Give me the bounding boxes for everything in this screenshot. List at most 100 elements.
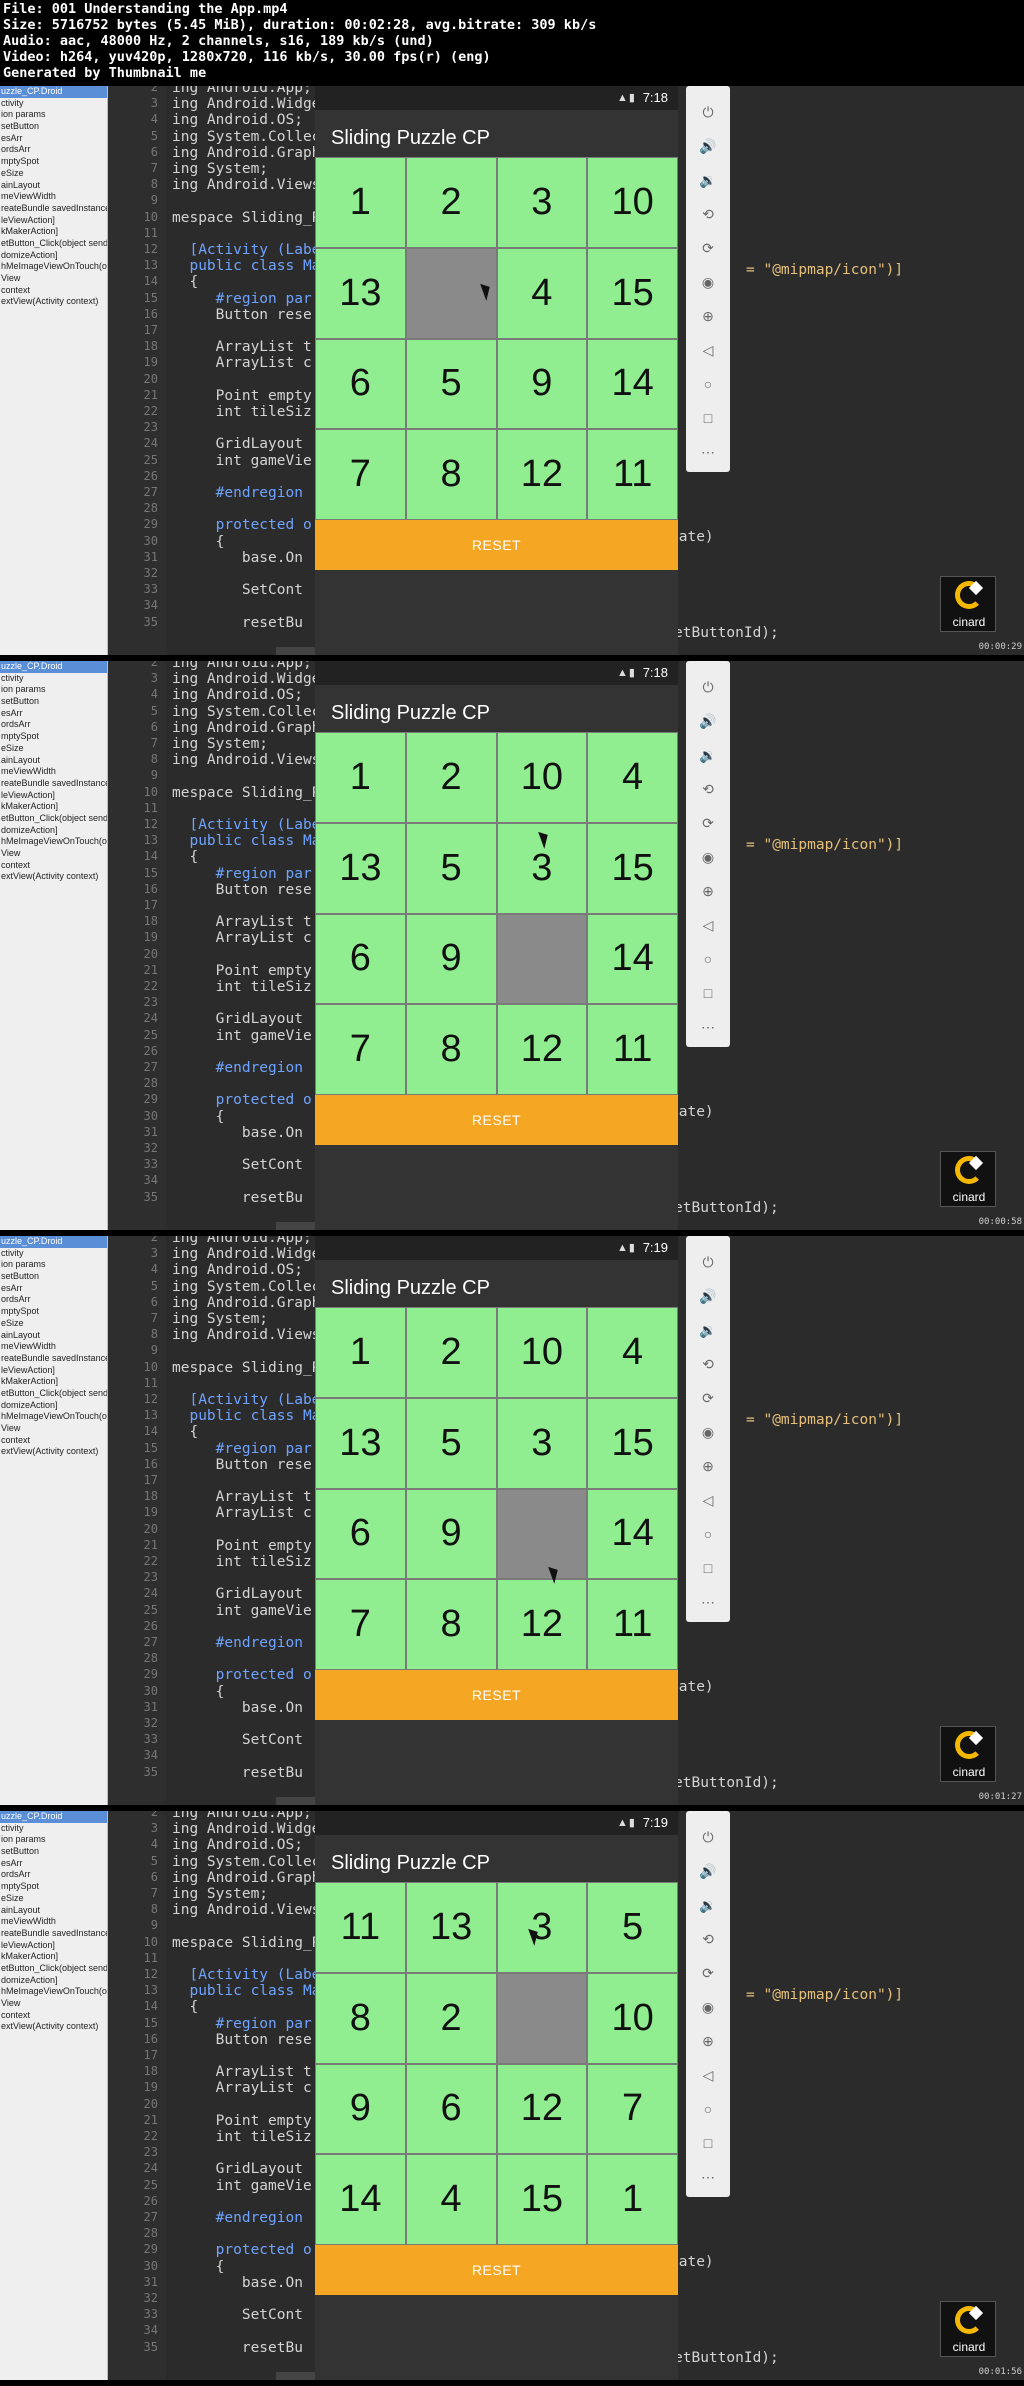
rotate-left-icon[interactable]: ⟲ — [686, 1356, 730, 1372]
sidebar-member-item[interactable]: leViewAction] — [0, 1940, 107, 1952]
sidebar-member-item[interactable]: ion params — [0, 1834, 107, 1846]
rotate-right-icon[interactable]: ⟳ — [686, 1965, 730, 1981]
sidebar-member-item[interactable]: uzzle_CP.Droid — [0, 661, 107, 673]
sidebar-member-item[interactable]: reateBundle savedInstance — [0, 203, 107, 215]
puzzle-tile[interactable]: 10 — [496, 732, 588, 823]
rotate-right-icon[interactable]: ⟳ — [686, 815, 730, 831]
sidebar-member-item[interactable]: View — [0, 1423, 107, 1435]
sidebar-member-item[interactable]: reateBundle savedInstance — [0, 1353, 107, 1365]
puzzle-tile[interactable]: 1 — [315, 1307, 406, 1398]
sidebar-member-item[interactable]: domizeAction] — [0, 250, 107, 262]
reset-button[interactable]: RESET — [315, 2245, 678, 2295]
home-icon[interactable]: ○ — [686, 1526, 730, 1542]
sidebar-member-item[interactable]: meViewWidth — [0, 191, 107, 203]
home-icon[interactable]: ○ — [686, 376, 730, 392]
puzzle-tile[interactable]: 3 — [496, 1882, 588, 1973]
puzzle-tile[interactable]: 5 — [405, 822, 497, 914]
volume-down-icon[interactable]: 🔉 — [686, 1897, 730, 1913]
sidebar-member-item[interactable]: mptySpot — [0, 156, 107, 168]
sidebar-member-item[interactable]: reateBundle savedInstance — [0, 1928, 107, 1940]
puzzle-tile[interactable]: 7 — [315, 429, 406, 520]
volume-down-icon[interactable]: 🔉 — [686, 172, 730, 188]
camera-icon[interactable]: ◉ — [686, 1424, 730, 1440]
sidebar-member-item[interactable]: uzzle_CP.Droid — [0, 86, 107, 98]
back-icon[interactable]: ◁ — [686, 1492, 730, 1508]
power-icon[interactable]: ⏻ — [686, 1829, 730, 1845]
sidebar-member-item[interactable]: etButton_Click(object sender — [0, 1388, 107, 1400]
sidebar-member-item[interactable]: ordsArr — [0, 719, 107, 731]
more-icon[interactable]: ⋯ — [686, 2169, 730, 2185]
sidebar-member-item[interactable]: setButton — [0, 121, 107, 133]
volume-up-icon[interactable]: 🔊 — [686, 713, 730, 729]
sidebar-member-item[interactable]: ion params — [0, 109, 107, 121]
overview-icon[interactable]: □ — [686, 410, 730, 426]
back-icon[interactable]: ◁ — [686, 2067, 730, 2083]
sidebar-member-item[interactable]: leViewAction] — [0, 790, 107, 802]
sidebar-member-item[interactable]: hMeImageViewOnTouch(ob — [0, 836, 107, 848]
puzzle-tile[interactable]: 2 — [405, 732, 497, 823]
sidebar-member-item[interactable]: ainLayout — [0, 180, 107, 192]
sidebar-member-item[interactable]: reateBundle savedInstance — [0, 778, 107, 790]
android-emulator-screen[interactable]: ▲▮ 7:19 Sliding Puzzle CP 11 13 3 5 8 2 10 9 6 12 7 14… — [315, 1811, 678, 2380]
puzzle-tile[interactable]: 10 — [587, 1972, 678, 2064]
sidebar-member-item[interactable]: extView(Activity context) — [0, 2021, 107, 2033]
puzzle-tile[interactable]: 6 — [315, 913, 406, 1005]
zoom-icon[interactable]: ⊕ — [686, 308, 730, 324]
sidebar-member-item[interactable]: context — [0, 1435, 107, 1447]
puzzle-tile[interactable]: 9 — [405, 1488, 497, 1580]
sidebar-member-item[interactable]: uzzle_CP.Droid — [0, 1236, 107, 1248]
sidebar-member-item[interactable]: kMakerAction] — [0, 1951, 107, 1963]
puzzle-tile[interactable]: 6 — [315, 1488, 406, 1580]
puzzle-tile[interactable]: 10 — [496, 1307, 588, 1398]
more-icon[interactable]: ⋯ — [686, 1019, 730, 1035]
puzzle-tile[interactable]: 7 — [587, 2063, 678, 2155]
overview-icon[interactable]: □ — [686, 2135, 730, 2151]
android-emulator-screen[interactable]: ▲▮ 7:19 Sliding Puzzle CP 1 2 10 4 13 5 3 15 6 9 14 7 8… — [315, 1236, 678, 1805]
puzzle-tile[interactable]: 9 — [405, 913, 497, 1005]
sidebar-member-item[interactable]: extView(Activity context) — [0, 296, 107, 308]
puzzle-tile[interactable]: 1 — [315, 157, 406, 248]
back-icon[interactable]: ◁ — [686, 342, 730, 358]
puzzle-tile[interactable]: 15 — [587, 247, 678, 339]
puzzle-tile[interactable]: 13 — [315, 822, 406, 914]
home-icon[interactable]: ○ — [686, 2101, 730, 2117]
sidebar-member-item[interactable]: meViewWidth — [0, 1916, 107, 1928]
puzzle-tile[interactable]: 8 — [405, 1004, 497, 1095]
sidebar-member-item[interactable]: domizeAction] — [0, 825, 107, 837]
sidebar-member-item[interactable]: ctivity — [0, 673, 107, 685]
puzzle-tile[interactable]: 2 — [405, 1307, 497, 1398]
empty-tile[interactable] — [496, 913, 588, 1005]
sidebar-member-item[interactable]: ion params — [0, 1259, 107, 1271]
puzzle-tile[interactable]: 11 — [315, 1882, 406, 1973]
sidebar-member-item[interactable]: extView(Activity context) — [0, 1446, 107, 1458]
sidebar-member-item[interactable]: meViewWidth — [0, 766, 107, 778]
puzzle-tile[interactable]: 13 — [315, 247, 406, 339]
puzzle-tile[interactable]: 15 — [587, 1397, 678, 1489]
volume-up-icon[interactable]: 🔊 — [686, 1288, 730, 1304]
puzzle-tile[interactable]: 14 — [587, 338, 678, 430]
sidebar-member-item[interactable]: ctivity — [0, 1823, 107, 1835]
rotate-left-icon[interactable]: ⟲ — [686, 1931, 730, 1947]
zoom-icon[interactable]: ⊕ — [686, 2033, 730, 2049]
puzzle-tile[interactable]: 11 — [587, 1004, 678, 1095]
puzzle-tile[interactable]: 5 — [587, 1882, 678, 1973]
rotate-right-icon[interactable]: ⟳ — [686, 1390, 730, 1406]
power-icon[interactable]: ⏻ — [686, 1254, 730, 1270]
puzzle-tile[interactable]: 6 — [315, 338, 406, 430]
sidebar-member-item[interactable]: ainLayout — [0, 755, 107, 767]
sidebar-member-item[interactable]: esArr — [0, 133, 107, 145]
sidebar-member-item[interactable]: setButton — [0, 1271, 107, 1283]
sidebar-member-item[interactable]: ctivity — [0, 1248, 107, 1260]
puzzle-tile[interactable]: 13 — [315, 1397, 406, 1489]
sidebar-member-item[interactable]: hMeImageViewOnTouch(ob — [0, 1986, 107, 1998]
puzzle-tile[interactable]: 2 — [405, 157, 497, 248]
puzzle-tile[interactable]: 13 — [405, 1882, 497, 1973]
puzzle-tile[interactable]: 2 — [405, 1972, 497, 2064]
puzzle-tile[interactable]: 5 — [405, 1397, 497, 1489]
sidebar-member-item[interactable]: hMeImageViewOnTouch(ob — [0, 1411, 107, 1423]
rotate-right-icon[interactable]: ⟳ — [686, 240, 730, 256]
zoom-icon[interactable]: ⊕ — [686, 883, 730, 899]
overview-icon[interactable]: □ — [686, 985, 730, 1001]
puzzle-tile[interactable]: 4 — [587, 1307, 678, 1398]
rotate-left-icon[interactable]: ⟲ — [686, 781, 730, 797]
